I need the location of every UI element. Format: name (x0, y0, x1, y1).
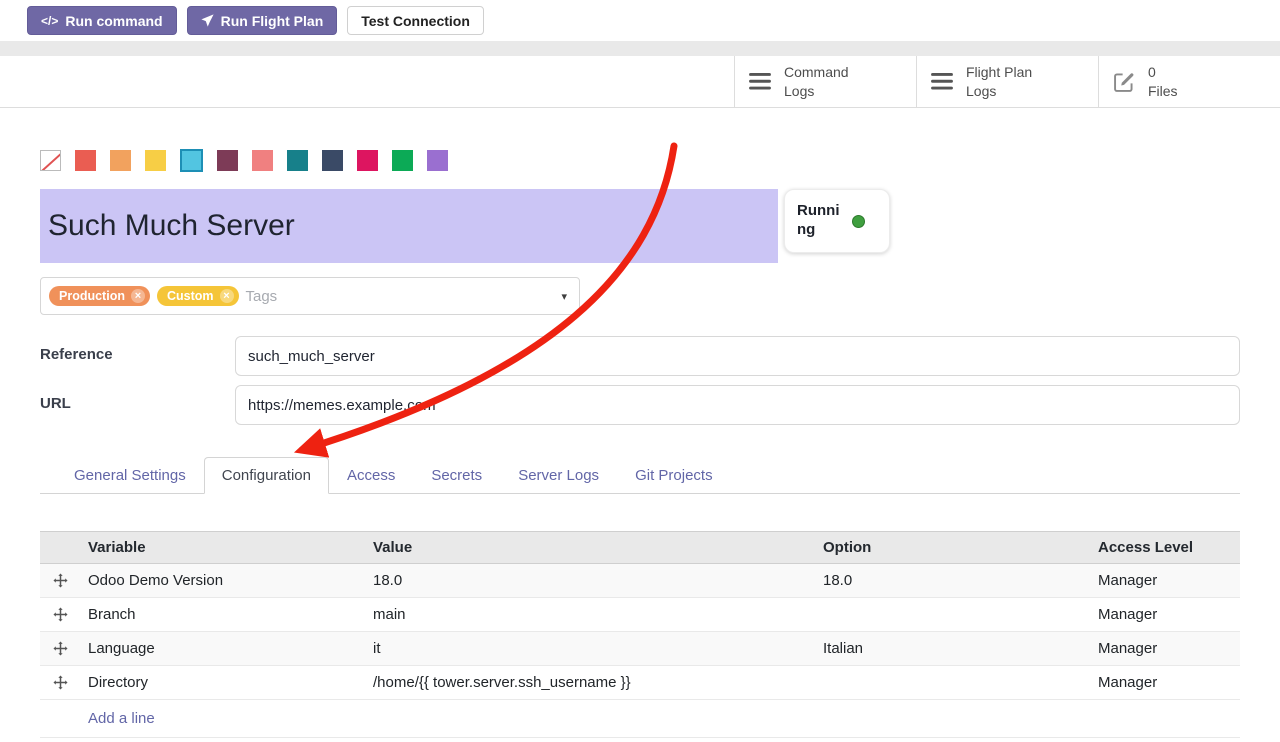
cell-access-level[interactable]: Manager (1090, 674, 1240, 691)
code-icon: </> (41, 14, 58, 28)
table-row[interactable]: Odoo Demo Version 18.0 18.0 Manager (40, 564, 1240, 598)
top-action-bar: </> Run command Run Flight Plan Test Con… (0, 0, 1280, 41)
server-name-input[interactable]: Such Much Server (40, 189, 778, 263)
table-row[interactable]: Branch main Manager (40, 598, 1240, 632)
color-swatch[interactable] (392, 150, 413, 171)
tag-label: Production (59, 289, 125, 303)
test-connection-button[interactable]: Test Connection (347, 6, 484, 35)
url-input[interactable] (235, 385, 1240, 425)
tag-remove-icon[interactable]: × (131, 289, 145, 303)
color-swatch-none[interactable] (40, 150, 61, 171)
stat-button-command-logs[interactable]: Command Logs (734, 56, 916, 107)
tab-server-logs[interactable]: Server Logs (500, 457, 617, 494)
run-command-button[interactable]: </> Run command (27, 6, 177, 35)
add-line-row: Add a line (40, 700, 1240, 738)
tab-general-settings[interactable]: General Settings (56, 457, 204, 494)
menu-icon (749, 73, 771, 90)
edit-icon (1113, 71, 1135, 93)
color-swatch[interactable] (217, 150, 238, 171)
stat-button-label: Command Logs (784, 63, 849, 99)
cell-access-level[interactable]: Manager (1090, 640, 1240, 657)
test-connection-label: Test Connection (361, 13, 470, 29)
stat-button-label: 0 Files (1148, 63, 1178, 99)
header-value: Value (365, 539, 815, 556)
cell-option[interactable]: Italian (815, 640, 1090, 657)
color-swatch[interactable] (357, 150, 378, 171)
color-swatch[interactable] (322, 150, 343, 171)
separator-band (0, 41, 1280, 56)
run-flight-plan-label: Run Flight Plan (221, 13, 324, 29)
reference-label: Reference (40, 336, 235, 376)
drag-handle-icon[interactable] (40, 641, 80, 656)
title-row: Such Much Server Running (40, 189, 1240, 263)
cell-access-level[interactable]: Manager (1090, 606, 1240, 623)
stat-line2: Logs (784, 83, 814, 99)
color-swatch[interactable] (145, 150, 166, 171)
tag-remove-icon[interactable]: × (220, 289, 234, 303)
cell-variable[interactable]: Branch (80, 606, 365, 623)
server-name-text: Such Much Server (48, 209, 295, 243)
tab-git-projects[interactable]: Git Projects (617, 457, 731, 494)
stat-button-flight-plan-logs[interactable]: Flight Plan Logs (916, 56, 1098, 107)
cell-value[interactable]: 18.0 (365, 572, 815, 589)
url-label: URL (40, 385, 235, 425)
header-access-level: Access Level (1090, 539, 1240, 556)
color-swatch-selected[interactable] (180, 149, 203, 172)
drag-handle-icon[interactable] (40, 675, 80, 690)
table-row[interactable]: Language it Italian Manager (40, 632, 1240, 666)
add-a-line-link[interactable]: Add a line (88, 710, 155, 727)
stat-line1: 0 (1148, 64, 1156, 80)
status-label: Running (797, 202, 843, 240)
cell-value[interactable]: /home/{{ tower.server.ssh_username }} (365, 674, 815, 691)
cell-value[interactable]: it (365, 640, 815, 657)
field-group: Reference URL (40, 336, 1240, 425)
table-header-row: Variable Value Option Access Level (40, 531, 1240, 564)
tab-configuration[interactable]: Configuration (204, 457, 329, 494)
table-row[interactable]: Directory /home/{{ tower.server.ssh_user… (40, 666, 1240, 700)
tag-label: Custom (167, 289, 214, 303)
header-variable: Variable (80, 539, 365, 556)
stat-line1: Command (784, 64, 849, 80)
stat-line2: Logs (966, 83, 996, 99)
cell-variable[interactable]: Language (80, 640, 365, 657)
flight-plan-icon (201, 14, 214, 27)
color-swatch[interactable] (75, 150, 96, 171)
run-command-label: Run command (65, 13, 162, 29)
cell-option[interactable]: 18.0 (815, 572, 1090, 589)
status-dot-icon (852, 215, 865, 228)
chevron-down-icon[interactable]: ▾ (561, 290, 567, 303)
color-swatch[interactable] (427, 150, 448, 171)
reference-input[interactable] (235, 336, 1240, 376)
status-toggle[interactable]: Running (784, 189, 890, 253)
stat-button-bar: Command Logs Flight Plan Logs 0 Files (0, 56, 1280, 108)
run-flight-plan-button[interactable]: Run Flight Plan (187, 6, 338, 35)
cell-access-level[interactable]: Manager (1090, 572, 1240, 589)
color-swatch[interactable] (252, 150, 273, 171)
menu-icon (931, 73, 953, 90)
stat-line1: Flight Plan (966, 64, 1032, 80)
tags-placeholder: Tags (246, 288, 278, 305)
field-row-url: URL (40, 385, 1240, 425)
header-option: Option (815, 539, 1090, 556)
form-sheet: Such Much Server Running Production × Cu… (0, 148, 1280, 738)
tag-custom[interactable]: Custom × (157, 286, 239, 306)
tag-production[interactable]: Production × (49, 286, 150, 306)
variables-table: Variable Value Option Access Level Odoo … (40, 531, 1240, 738)
drag-handle-icon[interactable] (40, 573, 80, 588)
color-picker (40, 148, 1240, 172)
stat-button-label: Flight Plan Logs (966, 63, 1032, 99)
cell-variable[interactable]: Odoo Demo Version (80, 572, 365, 589)
stat-button-files[interactable]: 0 Files (1098, 56, 1280, 107)
tab-secrets[interactable]: Secrets (413, 457, 500, 494)
cell-value[interactable]: main (365, 606, 815, 623)
tab-access[interactable]: Access (329, 457, 413, 494)
stat-line2: Files (1148, 83, 1178, 99)
color-swatch[interactable] (287, 150, 308, 171)
field-row-reference: Reference (40, 336, 1240, 376)
cell-variable[interactable]: Directory (80, 674, 365, 691)
notebook-tabs: General Settings Configuration Access Se… (40, 457, 1240, 494)
drag-handle-icon[interactable] (40, 607, 80, 622)
tags-input[interactable]: Production × Custom × Tags ▾ (40, 277, 580, 315)
color-swatch[interactable] (110, 150, 131, 171)
